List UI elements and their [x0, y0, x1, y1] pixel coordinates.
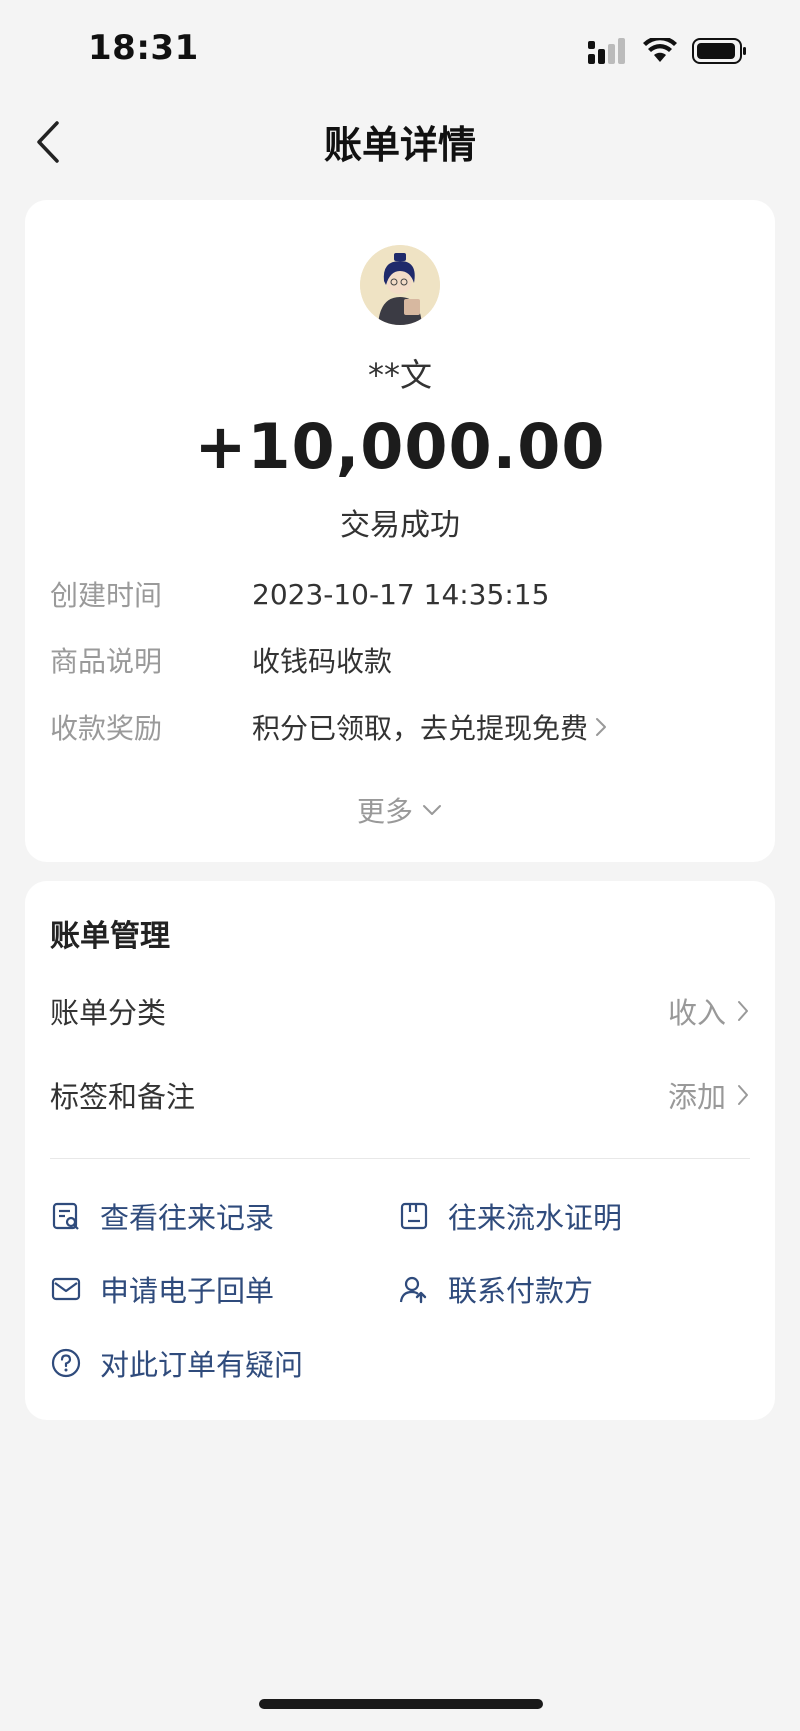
transaction-summary-card: **文 +10,000.00 交易成功 创建时间 2023-10-17 14:3…	[25, 200, 775, 862]
view-records-button[interactable]: 查看往来记录	[50, 1194, 274, 1238]
contact-payer-button[interactable]: 联系付款方	[398, 1267, 593, 1311]
action-label: 查看往来记录	[100, 1201, 275, 1235]
row-label: 标签和备注	[50, 1080, 196, 1114]
detail-value: 2023-10-17 14:35:15	[252, 577, 550, 611]
detail-label: 收款奖励	[50, 712, 163, 745]
avatar-illustration	[360, 245, 440, 325]
bill-management-card: 账单管理 账单分类 收入 标签和备注 添加 查看往来记录 往来流水证明 申请电子…	[25, 881, 775, 1420]
more-button[interactable]: 更多	[25, 790, 775, 830]
page-title: 账单详情	[323, 123, 476, 167]
payer-name: **文	[367, 356, 432, 394]
section-title: 账单管理	[50, 919, 170, 954]
reward-link[interactable]: 积分已领取，去兑提现免费	[252, 707, 608, 747]
detail-label: 创建时间	[50, 579, 163, 612]
detail-row-reward: 收款奖励 积分已领取，去兑提现免费	[50, 705, 750, 749]
action-label: 联系付款方	[448, 1274, 594, 1308]
home-indicator[interactable]	[259, 1699, 543, 1709]
battery-icon	[692, 38, 746, 64]
action-label: 对此订单有疑问	[100, 1348, 304, 1382]
detail-value: 积分已领取，去兑提现免费	[252, 712, 589, 745]
row-value: 添加	[667, 1080, 726, 1114]
divider	[50, 1158, 750, 1159]
transaction-status: 交易成功	[340, 508, 460, 543]
chevron-right-icon	[738, 1001, 748, 1021]
contact-user-icon	[399, 1276, 427, 1304]
status-icons	[588, 38, 748, 64]
envelope-icon	[51, 1277, 81, 1301]
detail-row-created-time: 创建时间 2023-10-17 14:35:15	[50, 572, 750, 616]
document-icon	[400, 1202, 428, 1230]
chevron-right-icon	[596, 718, 607, 736]
transaction-amount: +10,000.00	[194, 410, 606, 483]
question-circle-icon	[51, 1348, 81, 1378]
action-label: 申请电子回单	[100, 1274, 275, 1308]
detail-row-description: 商品说明 收钱码收款	[50, 638, 750, 682]
row-value: 收入	[667, 996, 726, 1030]
chevron-down-icon	[423, 805, 441, 815]
bill-category-row[interactable]: 账单分类 收入	[50, 986, 750, 1036]
detail-value: 收钱码收款	[252, 645, 393, 678]
e-receipt-button[interactable]: 申请电子回单	[50, 1267, 274, 1311]
status-time: 18:31	[88, 28, 199, 68]
tags-notes-row[interactable]: 标签和备注 添加	[50, 1070, 750, 1120]
chevron-right-icon	[738, 1085, 748, 1105]
more-label: 更多	[356, 795, 413, 828]
payer-avatar[interactable]	[360, 245, 440, 325]
action-label: 往来流水证明	[448, 1201, 623, 1235]
cellular-signal-icon	[588, 38, 625, 64]
detail-label: 商品说明	[50, 645, 163, 678]
statement-proof-button[interactable]: 往来流水证明	[398, 1194, 622, 1238]
row-label: 账单分类	[50, 996, 167, 1030]
wifi-icon	[643, 38, 677, 62]
order-question-button[interactable]: 对此订单有疑问	[50, 1341, 303, 1385]
record-search-icon	[52, 1202, 79, 1230]
